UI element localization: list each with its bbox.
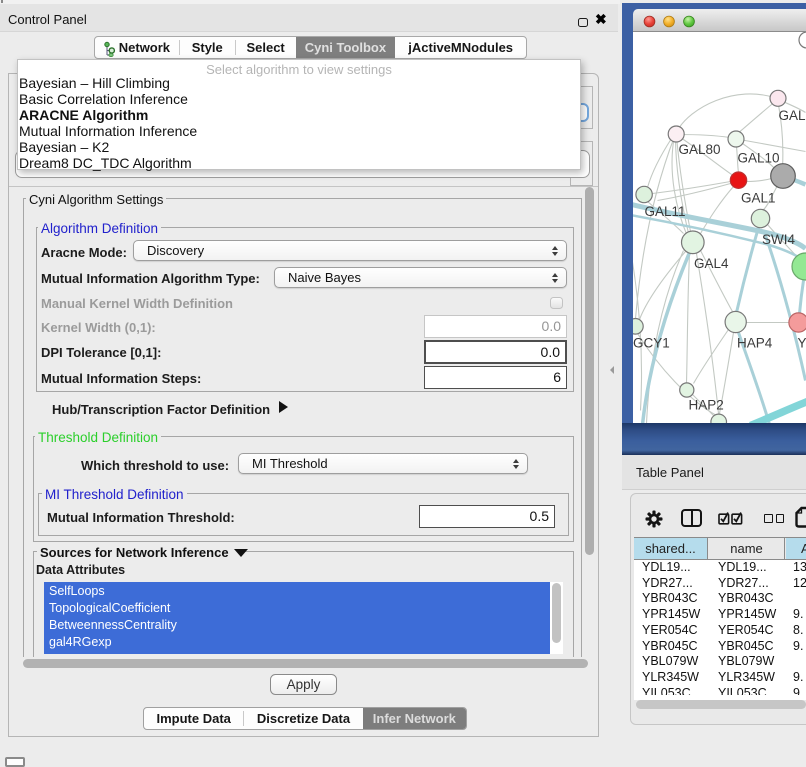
svg-text:GAL7: GAL7 — [779, 108, 806, 123]
svg-text:HAP2: HAP2 — [689, 398, 724, 413]
svg-text:GAL11: GAL11 — [645, 204, 686, 219]
svg-text:Y: Y — [798, 336, 806, 351]
svg-text:GAL4: GAL4 — [694, 256, 729, 271]
svg-text:GAL10: GAL10 — [738, 151, 780, 166]
svg-text:GAL1: GAL1 — [741, 191, 776, 206]
svg-text:HAP4: HAP4 — [737, 336, 773, 351]
svg-text:GAL80: GAL80 — [679, 142, 721, 157]
svg-text:GCY1: GCY1 — [633, 336, 670, 351]
svg-text:SWI4: SWI4 — [762, 232, 795, 247]
